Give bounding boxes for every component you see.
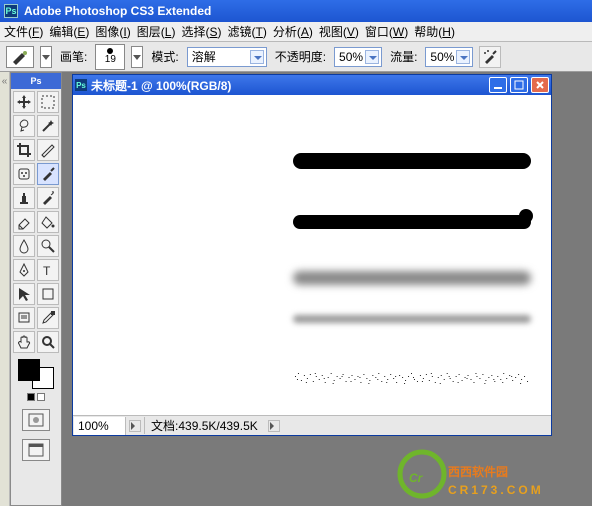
menu-analysis[interactable]: 分析(A) bbox=[273, 23, 313, 40]
menu-window[interactable]: 窗口(W) bbox=[365, 23, 408, 40]
svg-text:Cr: Cr bbox=[409, 471, 424, 485]
path-selection-tool[interactable] bbox=[13, 283, 35, 305]
brush-size-value: 19 bbox=[105, 55, 116, 65]
slice-tool[interactable] bbox=[37, 139, 59, 161]
work-area: « Ps T bbox=[0, 72, 592, 506]
blend-mode-value: 溶解 bbox=[192, 48, 216, 65]
crop-tool[interactable] bbox=[13, 139, 35, 161]
hand-tool[interactable] bbox=[13, 331, 35, 353]
zoom-level-input[interactable]: 100% bbox=[74, 417, 126, 435]
menu-filter[interactable]: 滤镜(T) bbox=[227, 23, 266, 40]
healing-brush-tool[interactable] bbox=[13, 163, 35, 185]
brush-picker[interactable]: 19 bbox=[95, 44, 125, 70]
flow-value: 50% bbox=[430, 50, 454, 64]
foreground-color-swatch[interactable] bbox=[18, 359, 40, 381]
svg-text:CR173.COM: CR173.COM bbox=[448, 483, 544, 497]
app-icon: Ps bbox=[4, 4, 18, 18]
opacity-value: 50% bbox=[339, 50, 363, 64]
menu-file[interactable]: 文件(F) bbox=[4, 23, 43, 40]
brush-label: 画笔: bbox=[58, 48, 89, 65]
svg-text:西西软件园: 西西软件园 bbox=[448, 464, 508, 479]
default-colors-button[interactable] bbox=[27, 393, 35, 401]
document-window: Ps 未标题-1 @ 100%(RGB/8) bbox=[72, 74, 552, 436]
chevron-down-icon bbox=[250, 50, 264, 64]
svg-text:T: T bbox=[43, 264, 51, 278]
paint-bucket-tool[interactable] bbox=[37, 211, 59, 233]
status-prev-button[interactable] bbox=[129, 420, 141, 432]
brush-stroke bbox=[293, 271, 531, 285]
toolbox-header[interactable]: Ps bbox=[11, 73, 61, 89]
eraser-tool[interactable] bbox=[13, 211, 35, 233]
maximize-button[interactable] bbox=[510, 77, 528, 93]
brush-tool[interactable] bbox=[37, 163, 59, 185]
watermark: Cr 西西软件园 CR173.COM bbox=[396, 448, 586, 500]
brush-dropdown[interactable] bbox=[131, 46, 143, 68]
pen-tool[interactable] bbox=[13, 259, 35, 281]
close-button[interactable] bbox=[531, 77, 549, 93]
app-titlebar: Ps Adobe Photoshop CS3 Extended bbox=[0, 0, 592, 22]
magic-wand-tool[interactable] bbox=[37, 115, 59, 137]
zoom-tool[interactable] bbox=[37, 331, 59, 353]
opacity-label: 不透明度: bbox=[273, 48, 328, 65]
clone-stamp-tool[interactable] bbox=[13, 187, 35, 209]
history-brush-tool[interactable] bbox=[37, 187, 59, 209]
menu-help[interactable]: 帮助(H) bbox=[414, 23, 455, 40]
brush-stroke bbox=[293, 215, 531, 229]
flow-label: 流量: bbox=[388, 48, 419, 65]
shape-tool[interactable] bbox=[37, 283, 59, 305]
toolbox: Ps T bbox=[10, 72, 62, 506]
tool-preset-picker[interactable] bbox=[6, 46, 34, 68]
airbrush-toggle[interactable] bbox=[479, 46, 501, 68]
menu-edit[interactable]: 编辑(E) bbox=[49, 23, 89, 40]
chevron-icon: « bbox=[2, 76, 8, 506]
chevron-down-icon bbox=[456, 50, 470, 64]
document-icon: Ps bbox=[75, 79, 87, 91]
menu-layer[interactable]: 图层(L) bbox=[137, 23, 176, 40]
document-statusbar: 100% 文档:439.5K/439.5K bbox=[73, 415, 551, 435]
brush-stroke bbox=[293, 153, 531, 169]
menu-view[interactable]: 视图(V) bbox=[319, 23, 359, 40]
left-gutter[interactable]: « bbox=[0, 72, 10, 506]
document-title: 未标题-1 @ 100%(RGB/8) bbox=[91, 77, 231, 94]
color-swatches bbox=[11, 355, 61, 405]
swap-colors-button[interactable] bbox=[37, 393, 45, 401]
move-tool[interactable] bbox=[13, 91, 35, 113]
type-tool[interactable]: T bbox=[37, 259, 59, 281]
tool-preset-dropdown[interactable] bbox=[40, 46, 52, 68]
marquee-tool[interactable] bbox=[37, 91, 59, 113]
document-titlebar[interactable]: Ps 未标题-1 @ 100%(RGB/8) bbox=[73, 75, 551, 95]
blend-mode-select[interactable]: 溶解 bbox=[187, 47, 267, 67]
screen-mode-toggle[interactable] bbox=[22, 439, 50, 461]
canvas-host: Ps 未标题-1 @ 100%(RGB/8) bbox=[62, 72, 592, 506]
mode-label: 模式: bbox=[149, 48, 180, 65]
menu-select[interactable]: 选择(S) bbox=[181, 23, 221, 40]
menu-image[interactable]: 图像(I) bbox=[95, 23, 130, 40]
quick-mask-toggle[interactable] bbox=[22, 409, 50, 431]
opacity-select[interactable]: 50% bbox=[334, 47, 382, 67]
lasso-tool[interactable] bbox=[13, 115, 35, 137]
notes-tool[interactable] bbox=[13, 307, 35, 329]
status-menu-button[interactable] bbox=[268, 420, 280, 432]
chevron-down-icon bbox=[365, 50, 379, 64]
document-size-readout: 文档:439.5K/439.5K bbox=[144, 417, 264, 434]
app-title: Adobe Photoshop CS3 Extended bbox=[24, 4, 211, 18]
eyedropper-tool[interactable] bbox=[37, 307, 59, 329]
options-bar: 画笔: 19 模式: 溶解 不透明度: 50% 流量: 50% bbox=[0, 42, 592, 72]
brush-stroke bbox=[293, 315, 531, 323]
dodge-tool[interactable] bbox=[37, 235, 59, 257]
brush-stroke-dissolve bbox=[293, 370, 531, 388]
blur-tool[interactable] bbox=[13, 235, 35, 257]
menubar: 文件(F) 编辑(E) 图像(I) 图层(L) 选择(S) 滤镜(T) 分析(A… bbox=[0, 22, 592, 42]
minimize-button[interactable] bbox=[489, 77, 507, 93]
flow-select[interactable]: 50% bbox=[425, 47, 473, 67]
canvas[interactable] bbox=[73, 95, 551, 415]
